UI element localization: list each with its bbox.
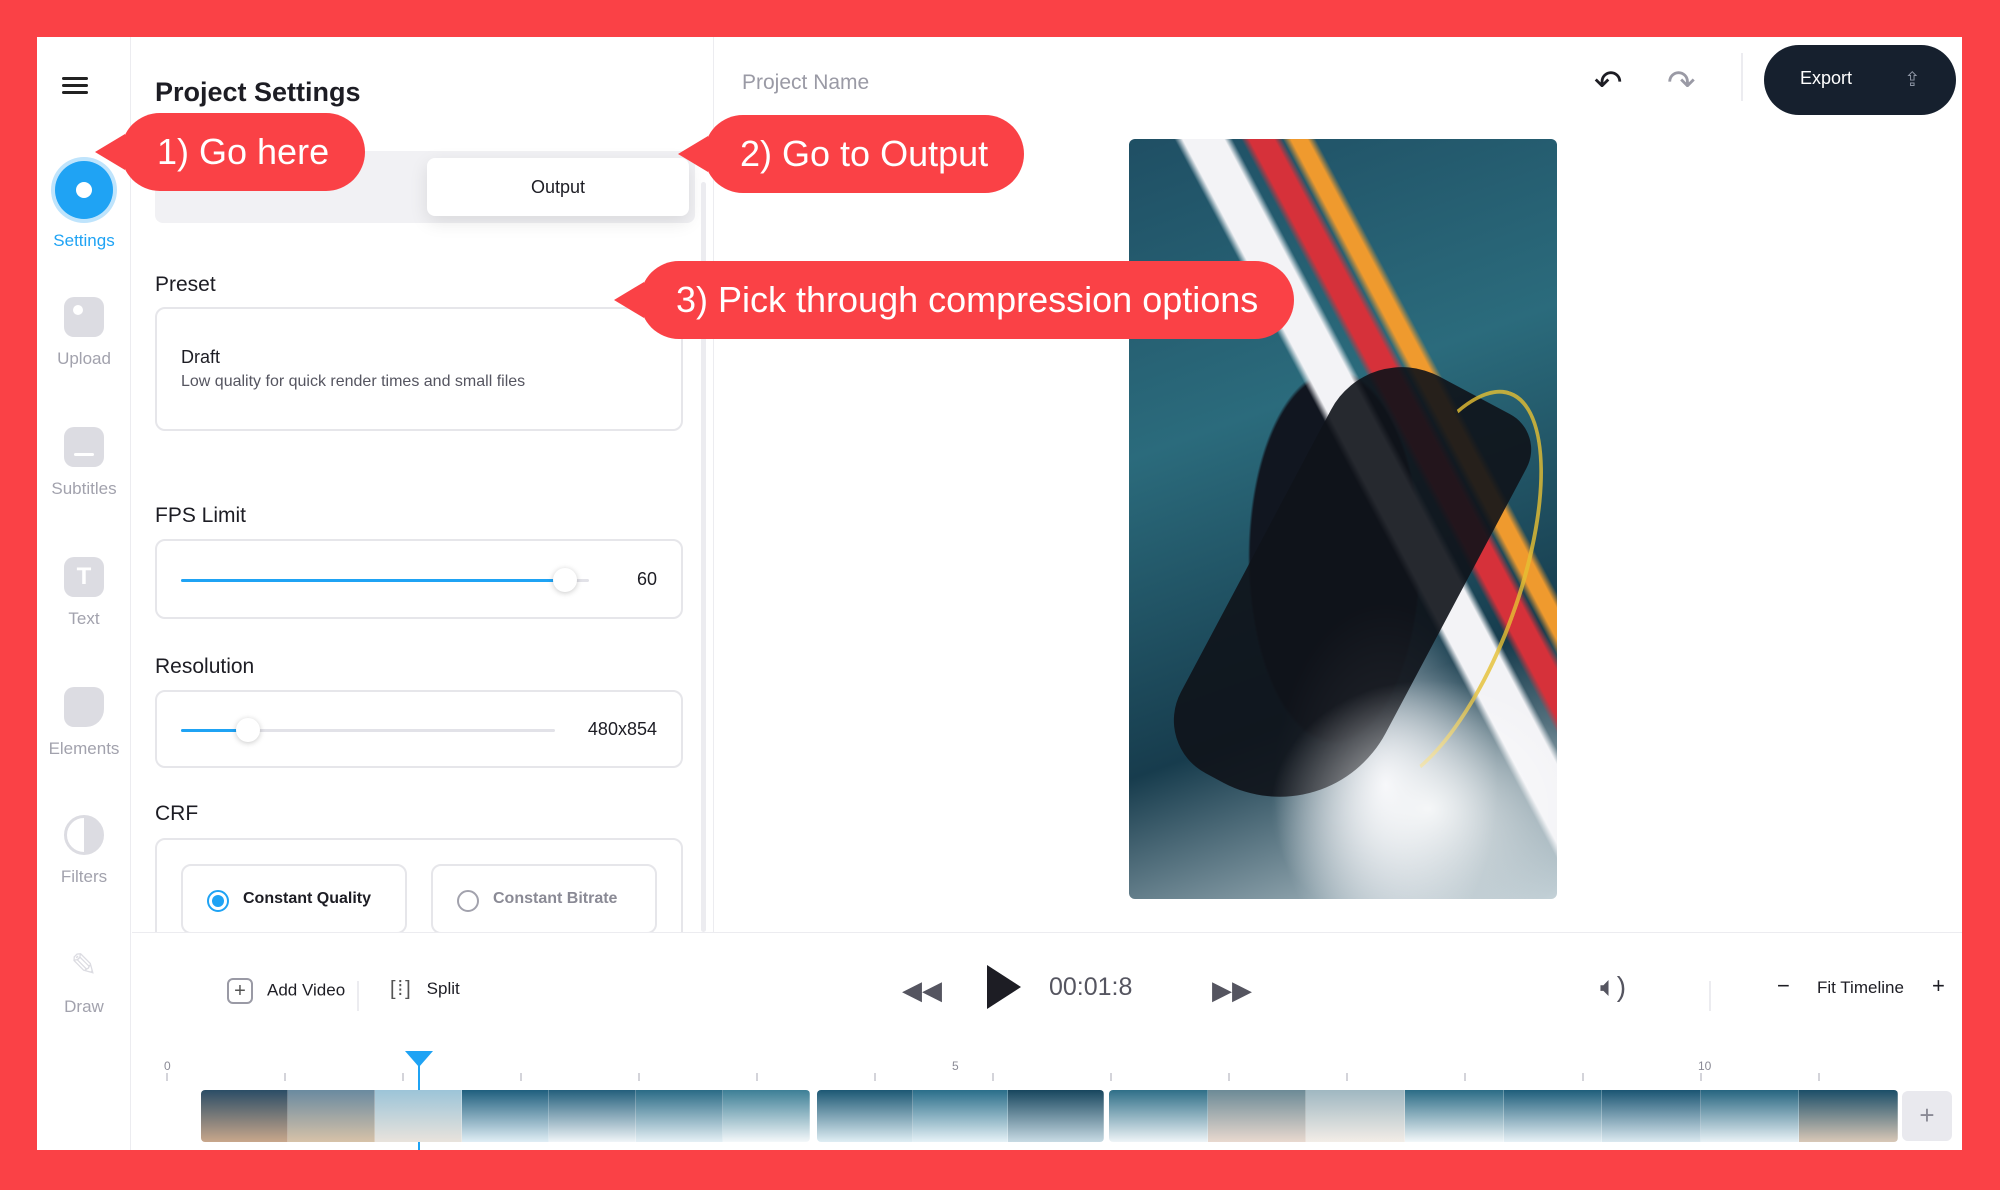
divider bbox=[357, 981, 359, 1011]
resolution-slider-thumb[interactable] bbox=[236, 718, 261, 742]
divider bbox=[1709, 981, 1711, 1011]
bottom-toolbar: + Add Video [⁞] Split ◀◀ 00:01:8 ▶▶ 🔈︎) − … bbox=[132, 932, 1962, 1150]
resolution-value: 480x854 bbox=[587, 719, 657, 739]
zoom-out-button[interactable]: − bbox=[1777, 973, 1790, 999]
volume-icon[interactable]: 🔈︎) bbox=[1600, 971, 1626, 1004]
ruler-tick bbox=[638, 1073, 640, 1081]
radio-label: Constant Bitrate bbox=[493, 890, 618, 907]
resolution-slider[interactable] bbox=[181, 718, 555, 742]
rail-item-elements[interactable]: Elements bbox=[37, 687, 131, 759]
add-clip-button[interactable]: + bbox=[1902, 1091, 1952, 1141]
radio-selected bbox=[207, 890, 229, 912]
preset-description: Low quality for quick render times and s… bbox=[181, 373, 526, 390]
zoom-in-button[interactable]: + bbox=[1932, 973, 1945, 999]
radio-unselected bbox=[457, 890, 479, 912]
ruler-tick bbox=[1700, 1073, 1702, 1081]
fps-slider-thumb[interactable] bbox=[552, 568, 577, 592]
ruler-tick bbox=[992, 1073, 994, 1081]
rail-item-label: Filters bbox=[60, 867, 108, 886]
add-icon: + bbox=[227, 978, 253, 1004]
rail-item-label: Upload bbox=[57, 349, 111, 368]
preset-select[interactable]: Draft Low quality for quick render times… bbox=[155, 307, 683, 431]
fps-value: 60 bbox=[636, 569, 657, 589]
fit-timeline-button[interactable]: Fit Timeline bbox=[1817, 978, 1904, 998]
filter-icon bbox=[64, 815, 104, 855]
export-label: Export bbox=[1800, 68, 1853, 88]
ruler-tick bbox=[1228, 1073, 1230, 1081]
split-label: Split bbox=[426, 978, 460, 998]
crf-label: CRF bbox=[155, 802, 199, 825]
menu-icon[interactable] bbox=[62, 77, 88, 97]
tab-output[interactable]: Output bbox=[427, 158, 689, 216]
fast-forward-icon[interactable]: ▶▶ bbox=[1212, 975, 1252, 1006]
rail-item-draw[interactable]: ✎ Draw bbox=[37, 945, 131, 1017]
resolution-card: 480x854 bbox=[155, 690, 683, 768]
annotation-step-3: 3) Pick through compression options bbox=[613, 261, 1295, 339]
play-icon[interactable] bbox=[987, 965, 1021, 1009]
export-button[interactable]: Export ⇪ bbox=[1764, 45, 1956, 115]
timeline-clip[interactable] bbox=[817, 1090, 1104, 1142]
subtitles-icon bbox=[64, 427, 104, 467]
add-video-label: Add Video bbox=[267, 980, 346, 1000]
annotation-step-2: 2) Go to Output bbox=[677, 115, 1025, 193]
undo-icon[interactable]: ↶ bbox=[1594, 63, 1623, 103]
left-rail: Settings Upload Subtitles T Text Element… bbox=[37, 37, 131, 1150]
resolution-label: Resolution bbox=[155, 655, 255, 678]
text-icon: T bbox=[64, 557, 104, 597]
divider bbox=[1741, 53, 1743, 101]
split-button[interactable]: [⁞] Split bbox=[390, 978, 460, 1001]
ruler-tick bbox=[402, 1073, 404, 1081]
radio-label: Constant Quality bbox=[243, 890, 372, 907]
ruler-label: 0 bbox=[164, 1059, 171, 1073]
rail-item-text[interactable]: T Text bbox=[37, 557, 131, 629]
video-content bbox=[1269, 679, 1557, 899]
fps-label: FPS Limit bbox=[155, 504, 247, 527]
image-icon bbox=[64, 297, 104, 337]
ruler-tick bbox=[756, 1073, 758, 1081]
rail-item-upload[interactable]: Upload bbox=[37, 297, 131, 369]
rail-item-label: Settings bbox=[53, 231, 115, 250]
ruler-label: 5 bbox=[952, 1059, 959, 1073]
timeline-clip[interactable] bbox=[1109, 1090, 1898, 1142]
rail-item-subtitles[interactable]: Subtitles bbox=[37, 427, 131, 499]
timeline-clip[interactable] bbox=[201, 1090, 810, 1142]
rail-item-settings[interactable]: Settings bbox=[37, 161, 131, 251]
split-icon: [⁞] bbox=[390, 978, 413, 1000]
sticker-icon bbox=[64, 687, 104, 727]
rewind-icon[interactable]: ◀◀ bbox=[902, 975, 942, 1006]
ruler-tick bbox=[1582, 1073, 1584, 1081]
ruler-tick bbox=[1818, 1073, 1820, 1081]
ruler-tick bbox=[284, 1073, 286, 1081]
rail-item-filters[interactable]: Filters bbox=[37, 815, 131, 887]
preset-label: Preset bbox=[155, 273, 216, 296]
timecode: 00:01:8 bbox=[1049, 973, 1133, 1001]
fps-slider-fill bbox=[181, 579, 565, 582]
ruler-tick bbox=[1110, 1073, 1112, 1081]
panel-title: Project Settings bbox=[155, 77, 361, 107]
project-name[interactable]: Project Name bbox=[742, 71, 869, 95]
redo-icon[interactable]: ↷ bbox=[1667, 63, 1696, 103]
ruler-tick bbox=[166, 1073, 168, 1081]
crf-option-constant-quality[interactable]: Constant Quality bbox=[181, 864, 407, 934]
add-video-button[interactable]: + Add Video bbox=[227, 978, 345, 1004]
rail-item-label: Subtitles bbox=[51, 479, 117, 498]
ruler-label: 10 bbox=[1698, 1059, 1712, 1073]
ruler-tick bbox=[1346, 1073, 1348, 1081]
video-editor-app: Settings Upload Subtitles T Text Element… bbox=[37, 37, 1962, 1150]
video-preview[interactable] bbox=[1129, 139, 1557, 899]
annotation-step-1: 1) Go here bbox=[94, 113, 366, 191]
ruler-tick bbox=[520, 1073, 522, 1081]
pencil-icon: ✎ bbox=[70, 947, 98, 983]
ruler-tick bbox=[1464, 1073, 1466, 1081]
fps-card: 60 bbox=[155, 539, 683, 619]
rail-item-label: Elements bbox=[48, 739, 120, 758]
rail-item-label: Draw bbox=[64, 997, 104, 1016]
upload-icon: ⇪ bbox=[1904, 69, 1921, 91]
preset-name: Draft bbox=[181, 347, 221, 367]
fps-slider[interactable] bbox=[181, 568, 589, 592]
ruler-tick bbox=[874, 1073, 876, 1081]
crf-option-constant-bitrate[interactable]: Constant Bitrate bbox=[431, 864, 657, 934]
rail-item-label: Text bbox=[68, 609, 100, 628]
